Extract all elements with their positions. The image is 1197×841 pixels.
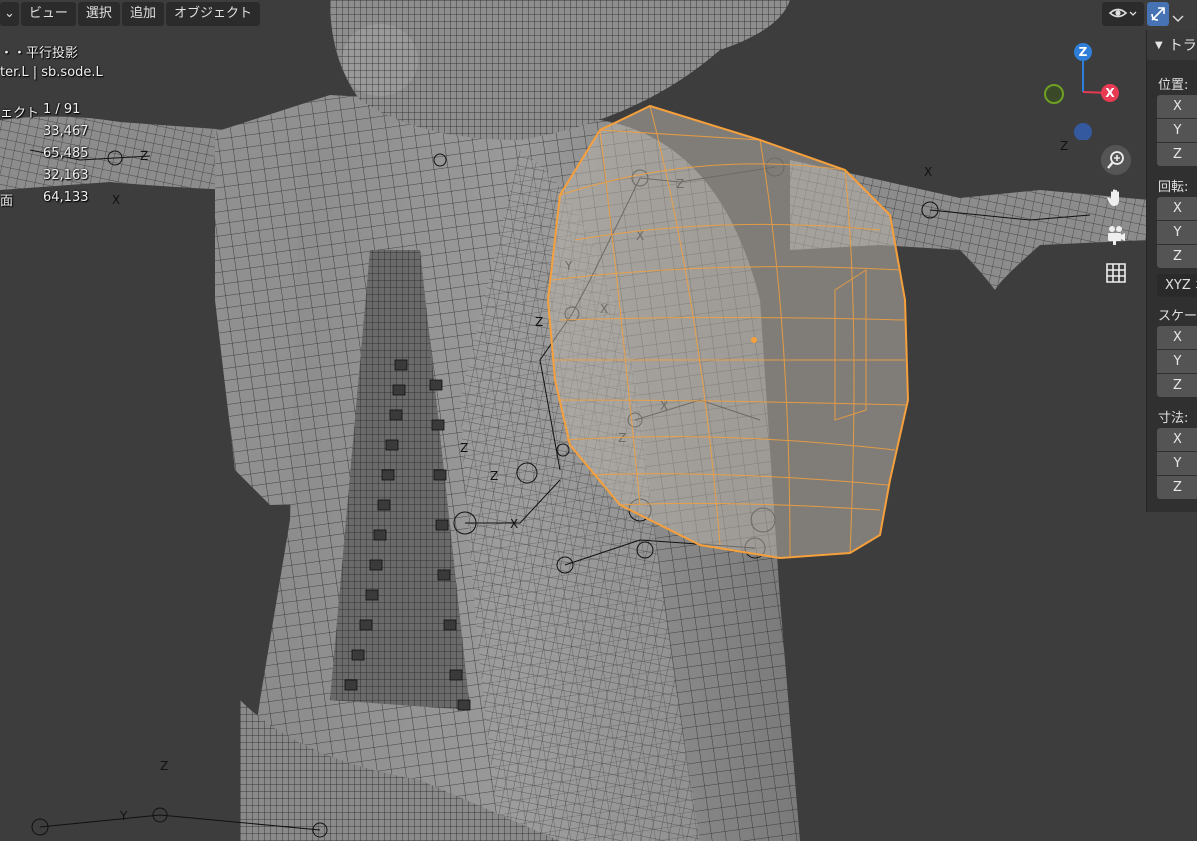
z-axis-label: Z [1079,45,1088,59]
svg-text:Z: Z [140,149,148,163]
scale-label: スケール [1158,309,1197,324]
rotation-y-field[interactable]: Y [1157,221,1197,244]
stat-value-faces: 32,163 [43,168,89,183]
stat-label-triangles: 面 [0,194,14,209]
mode-dropdown[interactable]: ⌄ [0,2,19,26]
sidebar-transform-panel: ▼ トラ 位置: X Y Z 回転: X Y Z XYZ オ スケール X Y … [1146,30,1197,512]
transform-panel-header[interactable]: ▼ トラ [1147,30,1197,60]
location-y-field[interactable]: Y [1157,119,1197,142]
neg-z-axis-handle[interactable] [1074,123,1092,140]
rotation-x-field[interactable]: X [1157,197,1197,220]
scene-render[interactable]: ZX YZ XZ ZX ZX ZY ZX ZX [0,0,1197,841]
scale-z-field[interactable]: Z [1157,374,1197,397]
location-x-field[interactable]: X [1157,95,1197,118]
menu-add[interactable]: 追加 [121,2,164,26]
stat-value-objects: 1 / 91 [43,102,81,117]
3d-viewport[interactable]: ZX YZ XZ ZX ZX ZY ZX ZX [0,0,1197,841]
grid-icon [1106,263,1126,283]
svg-text:Z: Z [535,315,543,329]
stat-value-edges: 65,485 [43,146,89,161]
svg-text:Z: Z [160,759,168,773]
scale-y-field[interactable]: Y [1157,350,1197,373]
dimensions-label: 寸法: [1158,411,1189,426]
menu-select[interactable]: 選択 [77,2,120,26]
dimensions-x-field[interactable]: X [1157,428,1197,451]
svg-text:Y: Y [119,809,128,823]
left-arm-mesh [0,116,230,190]
active-object-path: ter.L | sb.sode.L [0,65,103,80]
menu-object[interactable]: オブジェクト [165,2,260,26]
head-mesh [330,0,790,140]
origin-point [751,337,757,343]
svg-text:X: X [924,165,932,179]
svg-text:Z: Z [1060,139,1068,153]
navigation-gizmo[interactable]: Z X [1040,40,1130,140]
svg-text:X: X [510,517,518,531]
rotation-mode-dropdown[interactable]: XYZ オ [1157,274,1197,297]
view-name: ・・平行投影 [0,46,79,61]
location-z-field[interactable]: Z [1157,143,1197,166]
gizmo-toggle[interactable] [1147,2,1169,26]
dimensions-y-field[interactable]: Y [1157,452,1197,475]
zoom-icon [1107,151,1124,169]
stat-value-vertices: 33,467 [43,124,89,139]
camera-icon [1108,226,1125,245]
ortho-toggle-button[interactable] [1101,258,1131,288]
dimensions-z-field[interactable]: Z [1157,476,1197,499]
location-label: 位置: [1158,78,1189,93]
hand-icon [1107,189,1119,206]
x-axis-label: X [1105,86,1115,100]
viewport-header-menu: ⌄ ビュー 選択 追加 オブジェクト [0,0,260,28]
eye-icon [1108,8,1137,18]
collapse-triangle-icon: ▼ [1155,39,1163,51]
stat-value-triangles: 64,133 [43,190,89,205]
svg-text:Z: Z [490,469,498,483]
stat-label-objects: ェクト [0,106,40,121]
gizmo-dropdown-chevron-icon[interactable] [1172,8,1184,27]
zoom-button[interactable] [1101,145,1131,175]
visibility-dropdown[interactable] [1102,2,1144,26]
gizmo-icon [1151,7,1165,21]
svg-text:Z: Z [460,441,468,455]
svg-text:X: X [112,193,120,207]
pan-button[interactable] [1101,183,1131,213]
panel-title: トラ [1168,38,1197,54]
rotation-label: 回転: [1158,180,1189,195]
camera-view-button[interactable] [1101,220,1131,250]
scale-x-field[interactable]: X [1157,326,1197,349]
neg-y-axis-handle[interactable] [1044,84,1064,104]
menu-view[interactable]: ビュー [20,2,76,26]
rotation-z-field[interactable]: Z [1157,245,1197,268]
